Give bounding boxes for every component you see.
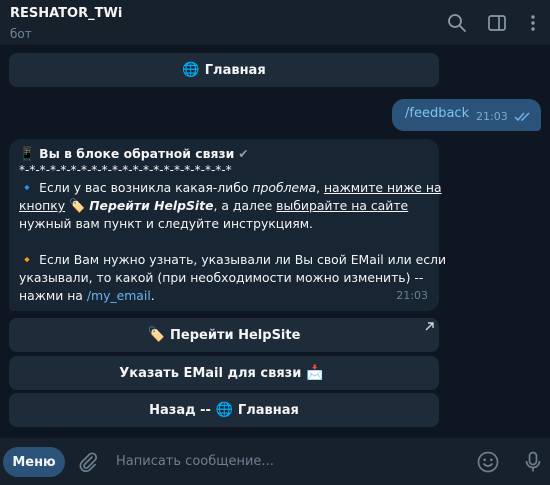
- keyboard-button-home[interactable]: 🌐 Главная: [9, 53, 439, 87]
- search-icon[interactable]: [447, 13, 467, 33]
- paragraph-1-line-1: 🔹 Если у вас возникла какая-либо проблем…: [19, 180, 442, 196]
- button-label: Назад --: [149, 402, 216, 418]
- my-email-command-link[interactable]: /my_email: [87, 288, 151, 303]
- incoming-message[interactable]: 📱 Вы в блоке обратной связи ✔ *-*-*-*-*-…: [9, 139, 446, 311]
- paragraph-2-line-3: нажми на /my_email.: [19, 288, 155, 303]
- microphone-icon[interactable]: [521, 450, 545, 474]
- label-tag-icon: 🏷️: [69, 199, 86, 214]
- chat-subtitle: бот: [10, 27, 32, 41]
- emoji-icon[interactable]: [476, 450, 500, 474]
- paragraph-2-line-1: 🔸 Если Вам нужно узнать, указывали ли Вы…: [19, 252, 447, 268]
- paragraph-1-line-3: нужный вам пункт и следуйте инструкциям.: [19, 216, 313, 231]
- globe-icon: 🌐: [215, 402, 233, 418]
- bot-menu-button[interactable]: Меню: [3, 447, 65, 477]
- more-menu-icon[interactable]: [523, 13, 543, 33]
- message-composer: Меню Написать сообщение...: [0, 438, 550, 485]
- double-check-icon: [514, 112, 530, 122]
- paragraph-2-line-2: указывали, то какой (при необходимости м…: [19, 270, 424, 285]
- orange-diamond-icon: 🔸: [19, 253, 36, 268]
- external-link-arrow-icon: [425, 322, 434, 331]
- envelope-icon: 📩: [306, 365, 324, 381]
- inline-button-set-email[interactable]: Указать EMail для связи 📩: [9, 356, 439, 390]
- outgoing-message[interactable]: /feedback 21:03: [392, 99, 541, 131]
- chat-header: RESHATOR_TWi бот: [0, 0, 550, 46]
- inline-button-helpsite[interactable]: 🏷️ Перейти HelpSite: [9, 318, 439, 352]
- message-time: 21:03: [396, 289, 428, 302]
- chat-title[interactable]: RESHATOR_TWi: [10, 6, 122, 21]
- check-mark-icon: ✔: [238, 146, 249, 161]
- blue-diamond-icon: 🔹: [19, 181, 36, 196]
- paragraph-1-line-2: кнопку 🏷️ Перейти HelpSite, а далее выби…: [19, 198, 409, 214]
- button-label: Указать EMail для связи: [119, 365, 302, 381]
- globe-icon: 🌐: [182, 62, 200, 78]
- paperclip-icon[interactable]: [76, 450, 100, 474]
- button-label: Главная: [204, 62, 266, 78]
- message-command-link[interactable]: /feedback: [405, 106, 469, 121]
- separator-text: *-*-*-*-*-*-*-*-*-*-*-*-*-*-*-*-*-*-*-*-…: [19, 163, 232, 177]
- message-time: 21:03: [476, 110, 508, 123]
- button-label: Перейти HelpSite: [170, 327, 301, 343]
- inline-button-back-home[interactable]: Назад -- 🌐 Главная: [9, 393, 439, 427]
- label-tag-icon: 🏷️: [147, 327, 166, 343]
- message-list[interactable]: 🌐 Главная /feedback 21:03 📱 Вы в блоке о…: [0, 47, 550, 438]
- message-input[interactable]: Написать сообщение...: [116, 454, 274, 469]
- button-label-suffix: Главная: [237, 402, 299, 418]
- sidebar-toggle-icon[interactable]: [487, 13, 507, 33]
- phone-icon: 📱: [19, 147, 36, 162]
